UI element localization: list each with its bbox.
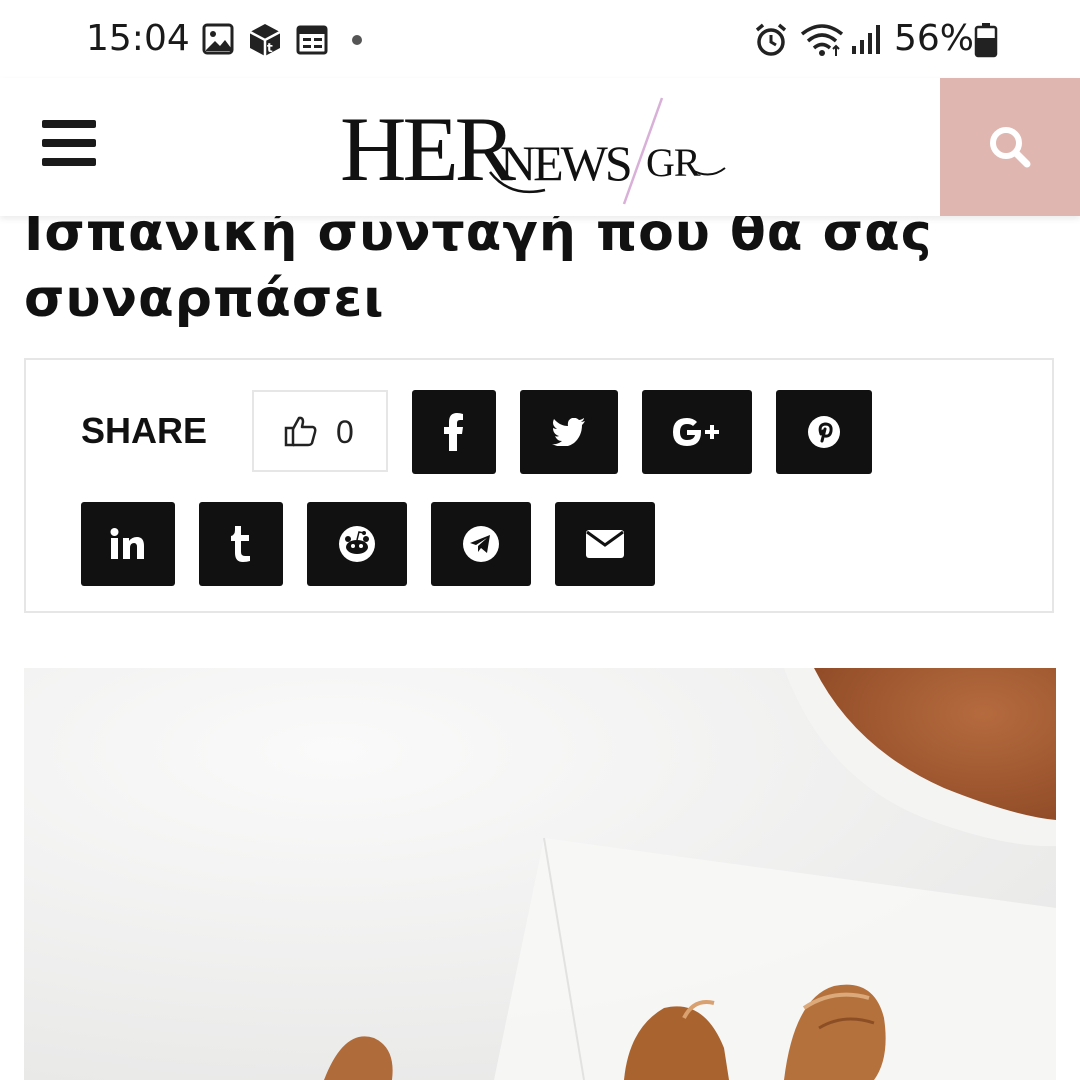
site-header: HER NEWS GR xyxy=(0,78,1080,216)
site-logo[interactable]: HER NEWS GR xyxy=(340,80,740,210)
email-icon xyxy=(586,530,624,558)
like-button[interactable]: 0 xyxy=(252,390,388,472)
battery-icon xyxy=(974,23,998,58)
share-label: SHARE xyxy=(81,410,208,451)
headline-text: Ισπανική συνταγή που θα σας συναρπάσει xyxy=(24,203,933,329)
thumbs-up-icon xyxy=(284,416,317,447)
alarm-icon xyxy=(755,23,787,56)
pinterest-icon xyxy=(808,416,840,448)
menu-button[interactable] xyxy=(42,120,96,166)
google-plus-icon xyxy=(673,418,719,446)
article-image xyxy=(24,668,1056,1080)
like-count: 0 xyxy=(336,414,354,450)
search-button[interactable] xyxy=(940,78,1080,216)
tumblr-share-button[interactable] xyxy=(199,502,283,586)
hamburger-icon-bar xyxy=(42,139,96,147)
gallery-icon xyxy=(202,23,234,55)
notification-dot xyxy=(352,35,362,45)
linkedin-share-button[interactable] xyxy=(81,502,175,586)
svg-text:GR: GR xyxy=(646,140,701,185)
status-bar: 15:04 t 56% xyxy=(0,0,1080,78)
churros-photo xyxy=(24,668,1056,1080)
svg-text:HER: HER xyxy=(340,98,517,200)
status-time: 15:04 xyxy=(86,18,190,59)
linkedin-icon xyxy=(110,528,144,559)
twitter-share-button[interactable] xyxy=(520,390,618,474)
telegram-share-button[interactable] xyxy=(431,502,531,586)
telegram-icon xyxy=(463,526,499,562)
tumblr-icon xyxy=(231,526,250,562)
article-headline: Ισπανική συνταγή που θα σας συναρπάσει xyxy=(24,200,1044,350)
package-icon: t xyxy=(249,24,281,56)
search-icon xyxy=(990,127,1031,168)
google-plus-share-button[interactable] xyxy=(642,390,752,474)
battery-percent: 56% xyxy=(894,18,975,59)
share-box: SHARE 0 xyxy=(24,358,1054,613)
wifi-icon xyxy=(800,24,844,56)
svg-text:NEWS: NEWS xyxy=(500,135,630,191)
twitter-icon xyxy=(552,418,585,446)
pinterest-share-button[interactable] xyxy=(776,390,872,474)
calendar-icon xyxy=(296,25,328,55)
facebook-icon xyxy=(444,413,463,451)
svg-text:t: t xyxy=(267,41,273,55)
reddit-share-button[interactable] xyxy=(307,502,407,586)
email-share-button[interactable] xyxy=(555,502,655,586)
facebook-share-button[interactable] xyxy=(412,390,496,474)
hamburger-icon-bar xyxy=(42,158,96,166)
signal-icon xyxy=(852,25,880,54)
reddit-icon xyxy=(339,526,375,562)
hamburger-icon xyxy=(42,120,96,128)
